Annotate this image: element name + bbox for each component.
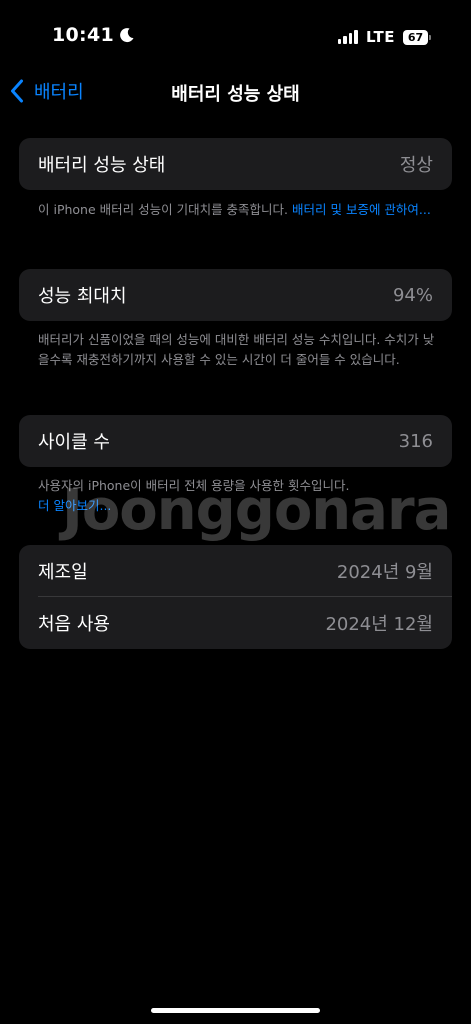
moon-icon	[120, 28, 134, 43]
battery-percent: 67	[407, 30, 424, 44]
cycle-count-row: 사이클 수 316	[19, 415, 452, 467]
battery-icon: 67	[403, 29, 431, 45]
max-capacity-row: 성능 최대치 94%	[19, 269, 452, 321]
cycle-count-footnote: 사용자의 iPhone이 배터리 전체 용량을 사용한 횟수입니다. 더 알아보…	[38, 476, 438, 516]
status-bar: 10:41 LTE 67	[0, 0, 471, 70]
warranty-info-link[interactable]: 배터리 및 보증에 관하여...	[292, 202, 431, 217]
manufacture-date-label: 제조일	[38, 562, 88, 583]
manufacture-date-row: 제조일 2024년 9월	[19, 545, 452, 597]
max-capacity-value: 94%	[392, 284, 433, 306]
first-use-label: 처음 사용	[38, 614, 110, 635]
first-use-row: 처음 사용 2024년 12월	[19, 597, 452, 649]
battery-health-row: 배터리 성능 상태 정상	[19, 138, 452, 190]
learn-more-link[interactable]: 더 알아보기...	[38, 496, 438, 516]
cycle-count-value: 316	[398, 430, 433, 452]
battery-health-value: 정상	[399, 155, 433, 176]
battery-health-footnote: 이 iPhone 배터리 성능이 기대치를 충족합니다. 배터리 및 보증에 관…	[38, 200, 438, 220]
status-time-text: 10:41	[52, 24, 114, 46]
cellular-signal-icon	[337, 30, 358, 44]
home-indicator[interactable]	[151, 1008, 320, 1013]
max-capacity-footnote: 배터리가 신품이었을 때의 성능에 대비한 배터리 성능 수치입니다. 수치가 …	[38, 332, 435, 367]
cycle-count-footnote-text: 사용자의 iPhone이 배터리 전체 용량을 사용한 횟수입니다.	[38, 478, 350, 493]
navigation-bar: 배터리 배터리 성능 상태	[0, 70, 471, 114]
first-use-value: 2024년 12월	[325, 614, 433, 635]
battery-health-footnote-text: 이 iPhone 배터리 성능이 기대치를 충족합니다.	[38, 202, 293, 217]
network-type: LTE	[365, 28, 395, 46]
cycle-count-card: 사이클 수 316	[19, 415, 452, 467]
max-capacity-card: 성능 최대치 94%	[19, 269, 452, 321]
max-capacity-label: 성능 최대치	[38, 286, 127, 307]
status-indicators: LTE 67	[337, 28, 431, 46]
battery-health-card: 배터리 성능 상태 정상	[19, 138, 452, 190]
page-title: 배터리 성능 상태	[171, 84, 300, 105]
status-time: 10:41	[52, 24, 135, 46]
cycle-count-label: 사이클 수	[38, 432, 110, 453]
battery-health-label: 배터리 성능 상태	[38, 155, 166, 176]
dates-card: 제조일 2024년 9월 처음 사용 2024년 12월	[19, 545, 452, 649]
manufacture-date-value: 2024년 9월	[336, 562, 433, 583]
